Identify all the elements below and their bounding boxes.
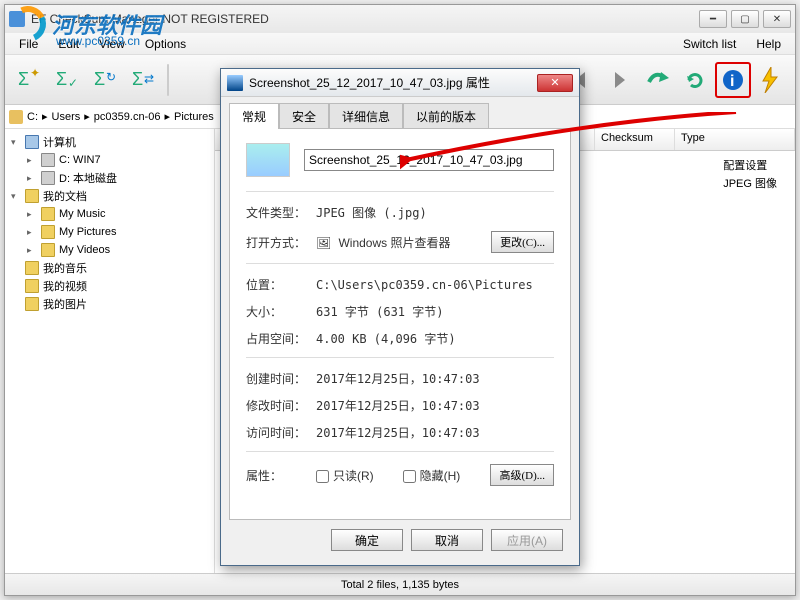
val-filetype: JPEG 图像 (.jpg) (316, 204, 554, 221)
lbl-modified: 修改时间： (246, 397, 316, 414)
lbl-accessed: 访问时间： (246, 424, 316, 441)
new-sigma-button[interactable]: Σ✦ (11, 62, 47, 98)
sync-sigma-button[interactable]: Σ⇄ (125, 62, 161, 98)
crumb-2[interactable]: pc0359.cn-06 (94, 111, 161, 123)
val-created: 2017年12月25日，10:47:03 (316, 370, 554, 387)
tab-previous[interactable]: 以前的版本 (403, 103, 489, 129)
svg-text:Σ: Σ (94, 69, 105, 89)
folder-tree[interactable]: ▾计算机 ▸C: WIN7 ▸D: 本地磁盘 ▾我的文档 ▸My Music ▸… (5, 129, 215, 573)
lbl-filetype: 文件类型： (246, 204, 316, 221)
lbl-attrs: 属性： (246, 467, 316, 484)
window-title: EF CheckSum Manager NOT REGISTERED (31, 12, 269, 26)
row2-type[interactable]: JPEG 图像 (723, 175, 777, 193)
up-button[interactable] (639, 62, 675, 98)
tree-c[interactable]: ▸C: WIN7 (7, 151, 212, 169)
lbl-hidden: 隐藏(H) (420, 469, 461, 483)
lbl-size: 大小： (246, 303, 316, 320)
app-icon (9, 11, 25, 27)
tab-security[interactable]: 安全 (279, 103, 329, 129)
lbl-ondisk: 占用空间： (246, 330, 316, 347)
watermark-url: www.pc0359.cn (56, 34, 140, 48)
menu-file[interactable]: File (9, 37, 48, 51)
status-text: Total 2 files, 1,135 bytes (341, 579, 459, 591)
tree-music[interactable]: ▸My Music (7, 205, 212, 223)
check-sigma-button[interactable]: Σ✓ (49, 62, 85, 98)
row1-type[interactable]: 配置设置 (723, 157, 777, 175)
separator (167, 64, 169, 96)
close-button[interactable]: ✕ (763, 10, 791, 28)
svg-text:i: i (730, 73, 734, 90)
svg-text:Σ: Σ (56, 69, 67, 89)
tree-computer[interactable]: ▾计算机 (7, 133, 212, 151)
svg-text:⇄: ⇄ (144, 72, 154, 86)
dialog-titlebar: Screenshot_25_12_2017_10_47_03.jpg 属性 ✕ (221, 69, 579, 97)
hidden-checkbox[interactable] (403, 470, 416, 483)
forward-button[interactable] (601, 62, 637, 98)
dialog-buttons: 确定 取消 应用(A) (221, 529, 579, 563)
tab-pane-general: 文件类型：JPEG 图像 (.jpg) 打开方式：🖼 Windows 照片查看器… (229, 128, 571, 520)
maximize-button[interactable]: ▢ (731, 10, 759, 28)
crumb-0[interactable]: C: (27, 111, 38, 123)
tree-d[interactable]: ▸D: 本地磁盘 (7, 169, 212, 187)
refresh-button[interactable] (677, 62, 713, 98)
col-type[interactable]: Type (675, 129, 795, 150)
cancel-button[interactable]: 取消 (411, 529, 483, 551)
drive-icon (9, 110, 23, 124)
menu-options[interactable]: Options (135, 37, 196, 51)
ok-button[interactable]: 确定 (331, 529, 403, 551)
dialog-tabs: 常规 安全 详细信息 以前的版本 (221, 97, 579, 129)
file-icon (227, 75, 243, 91)
svg-text:Σ: Σ (132, 69, 143, 89)
change-button[interactable]: 更改(C)... (491, 231, 554, 253)
svg-text:↻: ↻ (106, 70, 116, 84)
info-button[interactable]: i (715, 62, 751, 98)
tree-vids[interactable]: ▸My Videos (7, 241, 212, 259)
readonly-checkbox[interactable] (316, 470, 329, 483)
col-checksum[interactable]: Checksum (595, 129, 675, 150)
dialog-title: Screenshot_25_12_2017_10_47_03.jpg 属性 (249, 74, 490, 91)
lightning-button[interactable] (753, 62, 789, 98)
apply-button[interactable]: 应用(A) (491, 529, 563, 551)
file-thumbnail (246, 143, 290, 177)
val-ondisk: 4.00 KB (4,096 字节) (316, 330, 554, 347)
menu-switch-list[interactable]: Switch list (673, 37, 746, 51)
svg-text:Σ: Σ (18, 69, 29, 89)
menu-help[interactable]: Help (746, 37, 791, 51)
update-sigma-button[interactable]: Σ↻ (87, 62, 123, 98)
val-openwith: 🖼 Windows 照片查看器 (316, 234, 491, 251)
attrs-group: 只读(R) 隐藏(H) (316, 467, 490, 484)
val-location: C:\Users\pc0359.cn-06\Pictures (316, 278, 554, 292)
filename-input[interactable] (304, 149, 554, 171)
tree-docs[interactable]: ▾我的文档 (7, 187, 212, 205)
titlebar: EF CheckSum Manager NOT REGISTERED ━ ▢ ✕ (5, 5, 795, 33)
crumb-1[interactable]: Users (52, 111, 81, 123)
svg-text:✓: ✓ (68, 76, 78, 90)
status-bar: Total 2 files, 1,135 bytes (5, 573, 795, 595)
window-buttons: ━ ▢ ✕ (699, 10, 791, 28)
tab-detail[interactable]: 详细信息 (329, 103, 403, 129)
val-modified: 2017年12月25日，10:47:03 (316, 397, 554, 414)
tree-myvideo[interactable]: 我的视频 (7, 277, 212, 295)
minimize-button[interactable]: ━ (699, 10, 727, 28)
properties-dialog: Screenshot_25_12_2017_10_47_03.jpg 属性 ✕ … (220, 68, 580, 566)
lbl-created: 创建时间： (246, 370, 316, 387)
svg-text:✦: ✦ (30, 67, 40, 80)
val-accessed: 2017年12月25日，10:47:03 (316, 424, 554, 441)
lbl-readonly: 只读(R) (333, 469, 374, 483)
tree-mypic[interactable]: 我的图片 (7, 295, 212, 313)
advanced-button[interactable]: 高级(D)... (490, 464, 554, 486)
dialog-close-button[interactable]: ✕ (537, 74, 573, 92)
tree-pics[interactable]: ▸My Pictures (7, 223, 212, 241)
tree-mymusic[interactable]: 我的音乐 (7, 259, 212, 277)
lbl-location: 位置： (246, 276, 316, 293)
lbl-openwith: 打开方式： (246, 234, 316, 251)
tab-general[interactable]: 常规 (229, 103, 279, 129)
crumb-3[interactable]: Pictures (174, 111, 214, 123)
val-size: 631 字节 (631 字节) (316, 303, 554, 320)
